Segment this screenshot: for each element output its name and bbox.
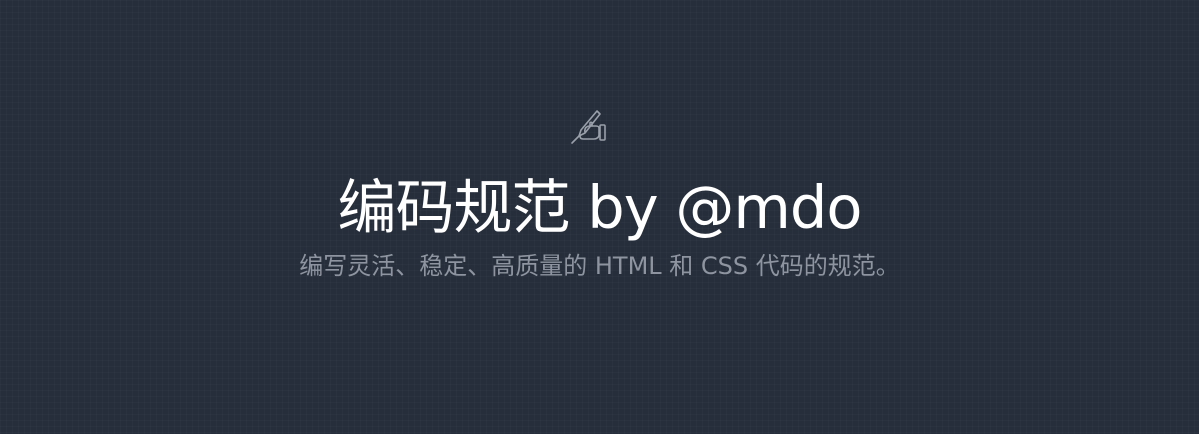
page-title: 编码规范 by @mdo xyxy=(337,173,863,242)
hero-section: 编码规范 by @mdo 编写灵活、稳定、高质量的 HTML 和 CSS 代码的… xyxy=(0,0,1199,434)
writing-hand-icon xyxy=(570,108,608,146)
page-subtitle: 编写灵活、稳定、高质量的 HTML 和 CSS 代码的规范。 xyxy=(299,252,900,280)
